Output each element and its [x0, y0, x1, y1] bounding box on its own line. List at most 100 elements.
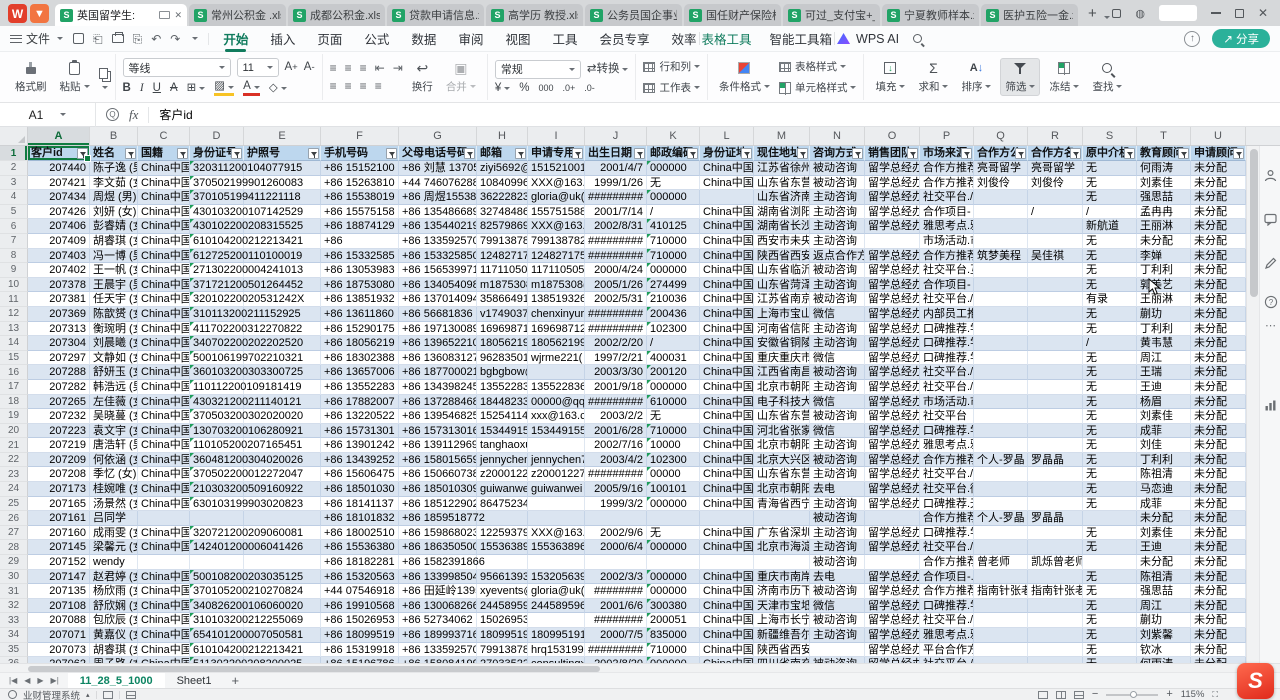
- cell[interactable]: 153205639: [528, 570, 585, 585]
- cell[interactable]: 合作方推荐: [920, 584, 974, 599]
- wps-logo-icon[interactable]: W: [8, 4, 27, 23]
- cell[interactable]: 207265: [28, 395, 90, 410]
- filter-dropdown-icon[interactable]: [308, 148, 319, 159]
- cell[interactable]: 825798695: [477, 219, 528, 234]
- cell[interactable]: 207406: [28, 219, 90, 234]
- zoom-slider[interactable]: [1106, 694, 1158, 696]
- cell[interactable]: 王晨宇 (男: [90, 278, 138, 293]
- cell[interactable]: 207088: [28, 613, 90, 628]
- cell[interactable]: 未分配: [1137, 511, 1191, 526]
- borders-button[interactable]: ⊞: [187, 83, 206, 95]
- cell[interactable]: 留学总经办: [865, 205, 920, 220]
- cell[interactable]: 无: [647, 409, 700, 424]
- cell[interactable]: 社交平台./: [920, 190, 974, 205]
- cell[interactable]: [974, 205, 1028, 220]
- column-header-I[interactable]: I: [528, 127, 585, 145]
- cell[interactable]: +86 13611860: [321, 307, 399, 322]
- cell[interactable]: [244, 555, 321, 570]
- row-number[interactable]: 19: [0, 409, 28, 424]
- cell[interactable]: 何雨涛: [1137, 161, 1191, 176]
- cell[interactable]: 曾老师: [974, 555, 1028, 570]
- cell[interactable]: [1028, 424, 1083, 439]
- cell[interactable]: 000000: [647, 161, 700, 176]
- cell[interactable]: 271302200004241013: [190, 263, 244, 278]
- cell[interactable]: 衡琬明 (女: [90, 322, 138, 337]
- cell[interactable]: 江苏省徐州: [754, 161, 810, 176]
- panel-toggle-icon[interactable]: [103, 691, 113, 699]
- cell[interactable]: 未分配: [1191, 263, 1246, 278]
- cell[interactable]: China中国: [700, 424, 754, 439]
- cell[interactable]: [1028, 322, 1083, 337]
- cell[interactable]: 207434: [28, 190, 90, 205]
- filter-dropdown-icon[interactable]: [464, 148, 475, 159]
- row-number[interactable]: 9: [0, 263, 28, 278]
- cell[interactable]: 王丽淋: [1137, 219, 1191, 234]
- cell[interactable]: 北京市朝阳: [754, 438, 810, 453]
- column-header-P[interactable]: P: [920, 127, 974, 145]
- cell[interactable]: 主动咨询: [810, 467, 865, 482]
- file-tab[interactable]: S成都公积金.xlsx: [288, 4, 385, 26]
- cell[interactable]: jennychen7: [528, 453, 585, 468]
- cell[interactable]: 未分配: [1191, 555, 1246, 570]
- conditional-format-button[interactable]: 条件格式: [715, 59, 774, 95]
- cell[interactable]: China中国: [138, 584, 190, 599]
- cell[interactable]: tanghaoxu(: [477, 438, 528, 453]
- close-button[interactable]: ✕: [1258, 6, 1268, 20]
- cell[interactable]: 117110505: [528, 263, 585, 278]
- cell[interactable]: 320721200209060081: [190, 526, 244, 541]
- vertical-scrollbar-thumb[interactable]: [1250, 149, 1258, 297]
- cell[interactable]: 彭睿婧 (女: [90, 219, 138, 234]
- cell[interactable]: 无: [1083, 351, 1137, 366]
- save-icon[interactable]: [73, 33, 84, 44]
- column-header-N[interactable]: N: [810, 127, 865, 145]
- cell[interactable]: jennychen7: [477, 453, 528, 468]
- cell[interactable]: 王迪: [1137, 540, 1191, 555]
- row-number[interactable]: 32: [0, 599, 28, 614]
- cell[interactable]: 袁文宇 (女: [90, 424, 138, 439]
- cell[interactable]: 207288: [28, 365, 90, 380]
- cell[interactable]: +86 18099519: [321, 628, 399, 643]
- cell[interactable]: 雅思考点.雅: [920, 438, 974, 453]
- row-number[interactable]: 15: [0, 351, 28, 366]
- cell[interactable]: [974, 263, 1028, 278]
- cell[interactable]: China中国: [700, 263, 754, 278]
- cell[interactable]: [700, 190, 754, 205]
- cell[interactable]: 主动咨询: [810, 497, 865, 512]
- cell[interactable]: 王迪: [1137, 380, 1191, 395]
- column-header-S[interactable]: S: [1083, 127, 1137, 145]
- cell[interactable]: 未分配: [1191, 628, 1246, 643]
- filter-dropdown-icon[interactable]: [177, 148, 188, 159]
- export-icon[interactable]: ⎗: [93, 33, 103, 45]
- cell[interactable]: +86 1582391866: [399, 555, 477, 570]
- wps-docs-icon[interactable]: ▼: [30, 4, 49, 23]
- cell[interactable]: 无: [1083, 424, 1137, 439]
- cell[interactable]: 未分配: [1191, 351, 1246, 366]
- cell[interactable]: 135522836: [528, 380, 585, 395]
- row-number[interactable]: 6: [0, 219, 28, 234]
- cell[interactable]: ziyi5692@(: [477, 161, 528, 176]
- cell[interactable]: 杨欣雨 (女: [90, 584, 138, 599]
- cell[interactable]: +86 1391129694: [399, 438, 477, 453]
- row-number[interactable]: 34: [0, 628, 28, 643]
- undo-icon[interactable]: ↶: [151, 33, 161, 45]
- cell[interactable]: m1875308(: [528, 278, 585, 293]
- cell[interactable]: [974, 380, 1028, 395]
- cell[interactable]: +86 15538019: [321, 190, 399, 205]
- cell[interactable]: China中国: [138, 190, 190, 205]
- locate-icon[interactable]: Q: [106, 108, 119, 121]
- cell[interactable]: 留学总经办: [865, 453, 920, 468]
- row-number[interactable]: 11: [0, 292, 28, 307]
- cell[interactable]: +86 15290175: [321, 322, 399, 337]
- cell[interactable]: gloria@uk(: [528, 584, 585, 599]
- cell[interactable]: 包欣辰 (女: [90, 613, 138, 628]
- cell[interactable]: [974, 438, 1028, 453]
- quick-access-caret-icon[interactable]: [192, 37, 198, 40]
- cell[interactable]: +86 1395468251: [399, 409, 477, 424]
- filter-dropdown-icon[interactable]: [515, 148, 526, 159]
- cell[interactable]: [974, 613, 1028, 628]
- cell[interactable]: 未分配: [1191, 219, 1246, 234]
- cell[interactable]: 汤景然 (女: [90, 497, 138, 512]
- cell[interactable]: China中国: [700, 205, 754, 220]
- cell[interactable]: 雅思考点.雅: [920, 219, 974, 234]
- cell[interactable]: 207402: [28, 263, 90, 278]
